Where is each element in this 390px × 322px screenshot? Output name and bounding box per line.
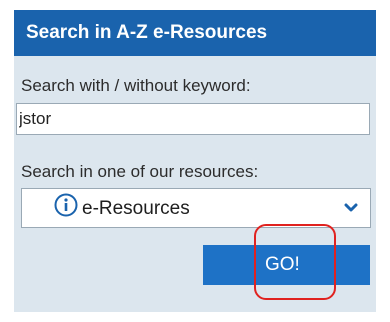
resource-select[interactable]: e-Resources [21,188,371,228]
search-widget: Search in A-Z e-Resources Search with / … [14,10,376,312]
keyword-label: Search with / without keyword: [21,76,251,95]
keyword-input[interactable] [16,103,370,135]
resource-label: Search in one of our resources: [21,162,259,181]
go-button[interactable]: GO! [203,245,370,285]
resource-select-value: e-Resources [82,198,190,219]
go-button-label: GO! [265,254,300,275]
info-icon [54,193,78,217]
chevron-down-icon[interactable] [344,202,358,214]
widget-title: Search in A-Z e-Resources [14,10,376,56]
